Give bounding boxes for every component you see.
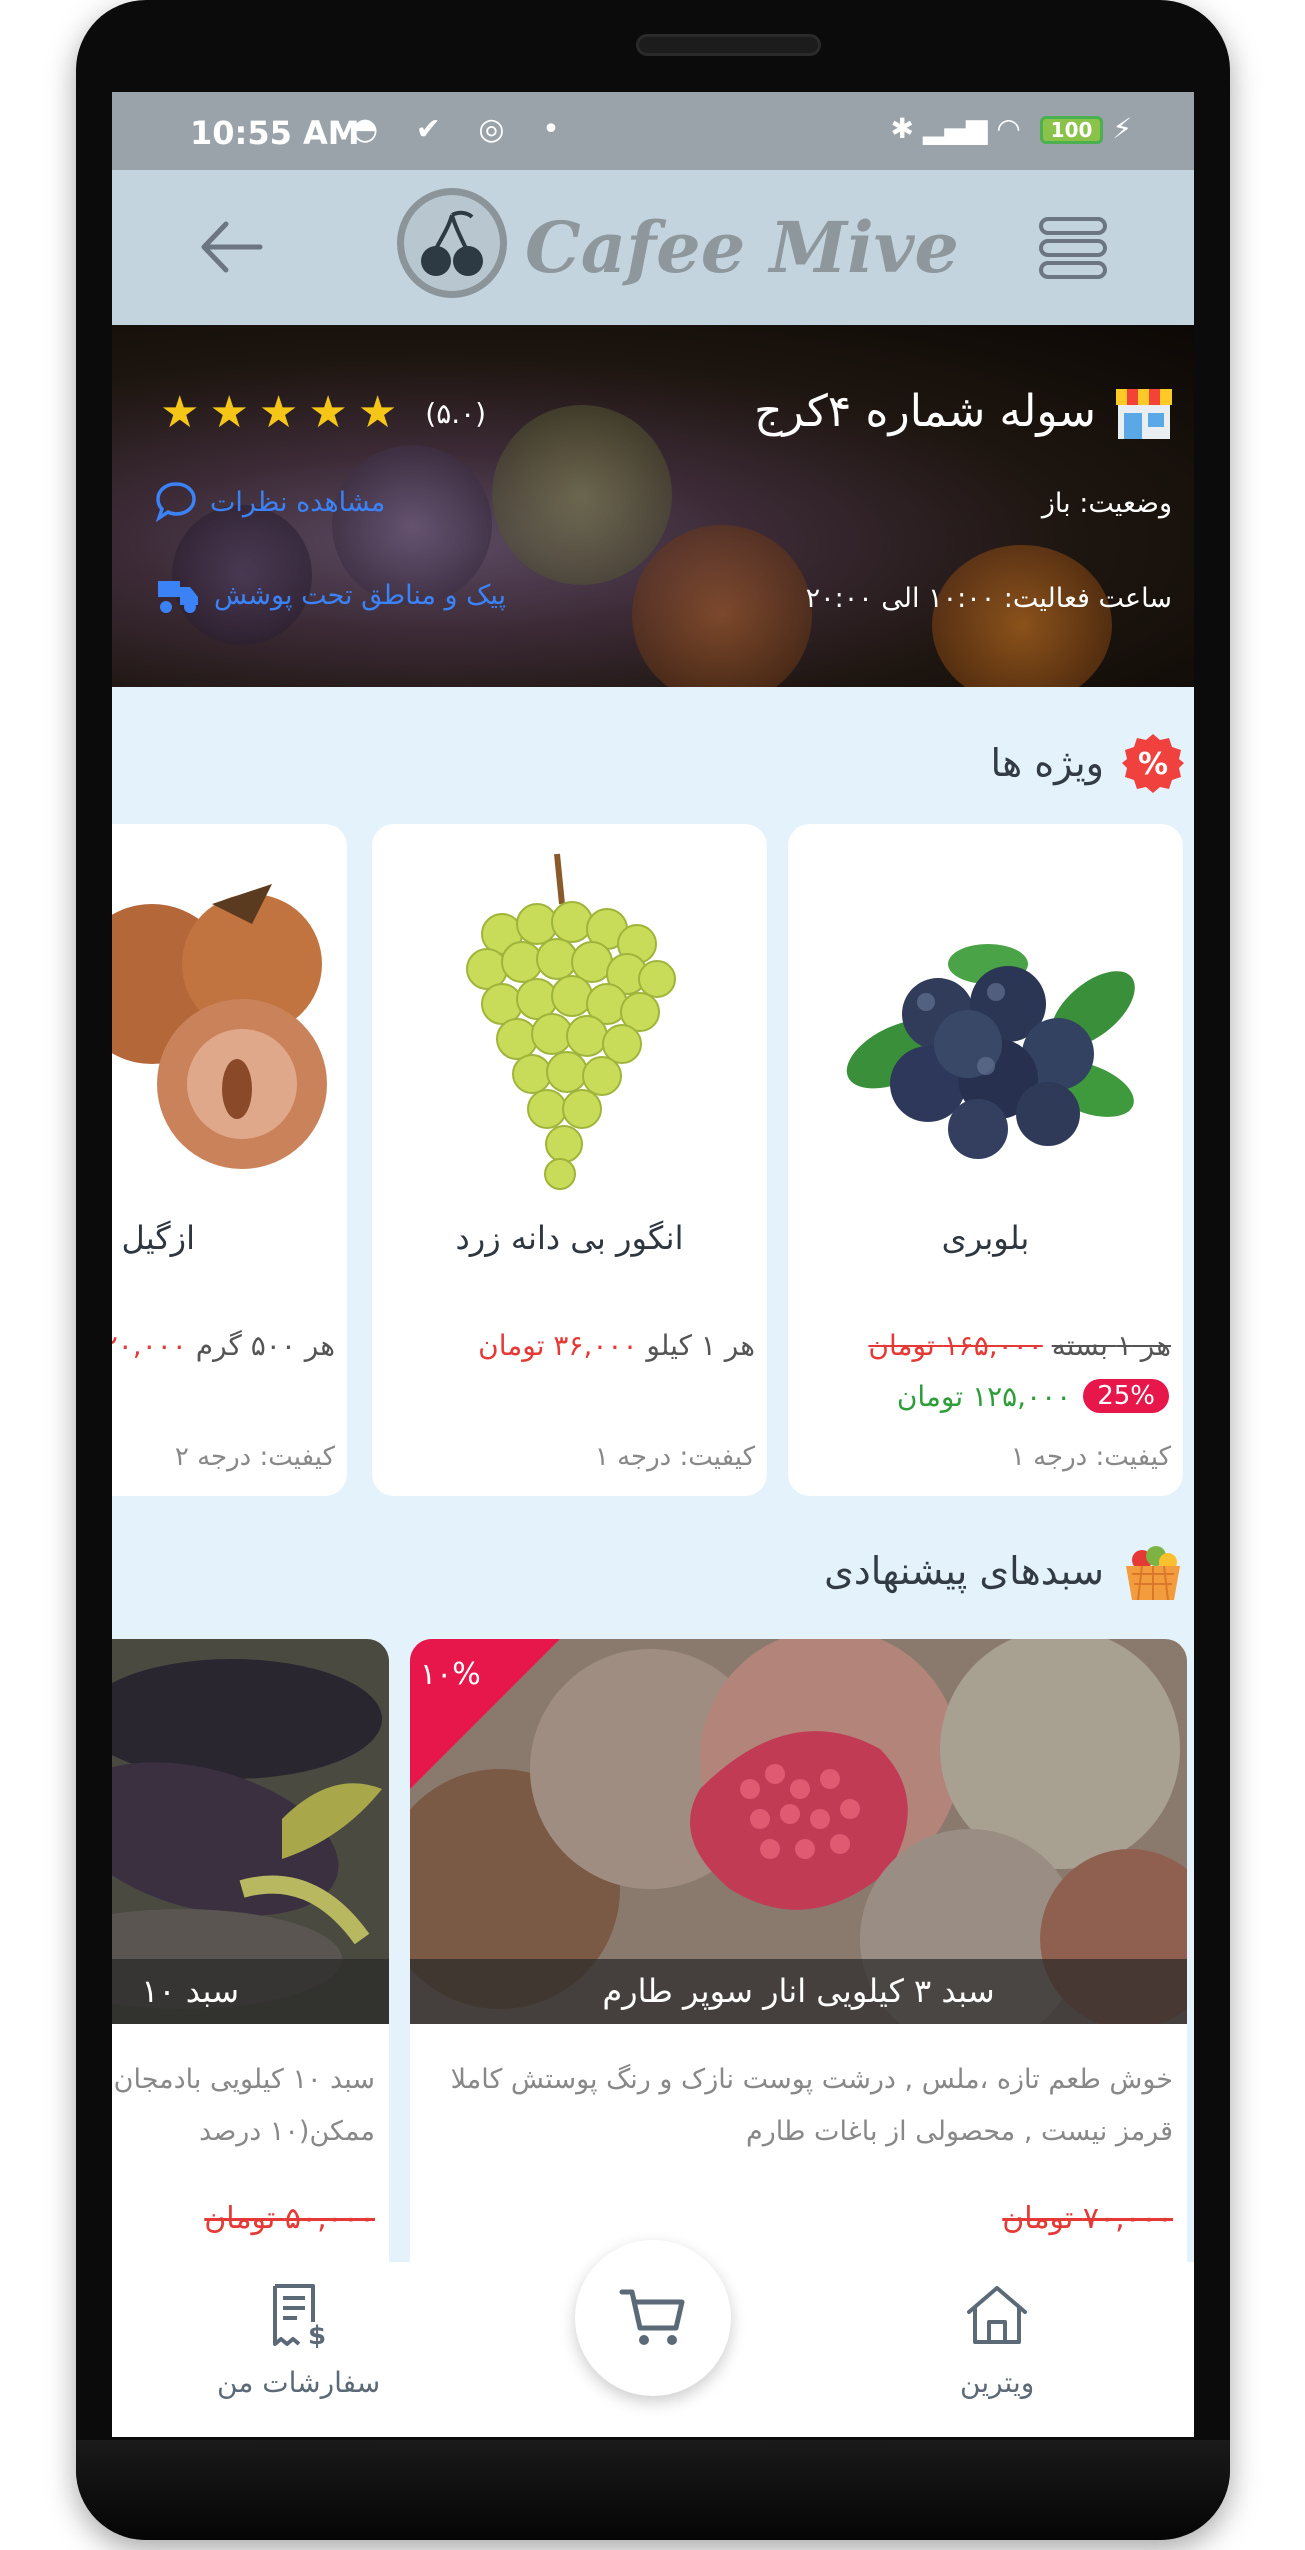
product-old-price: ۱۶۵,۰۰۰ تومان [868, 1329, 1043, 1362]
store-name: سوله شماره ۴کرج [754, 385, 1096, 437]
app-logo-text: Cafee Mive [525, 206, 959, 289]
bluetooth-icon: ✱ [890, 112, 914, 145]
product-quality: کیفیت: درجه ۲ [174, 1442, 335, 1472]
charging-icon: ⚡ [1112, 112, 1132, 145]
notification-icons: ◓ ✔ ◎ • [352, 112, 574, 147]
product-price: هر ۱ کیلو ۳۶,۰۰۰ تومان [478, 1329, 755, 1362]
delivery-label: پیک و مناطق تحت پوشش [214, 579, 507, 611]
view-comments-link[interactable]: مشاهده نظرات [154, 480, 385, 524]
product-image [466, 853, 676, 1190]
basket-price: ۵۰,۰۰۰ تومان [204, 2201, 375, 2236]
star-icon: ★ [308, 387, 348, 438]
product-price: هر ۵۰۰ گرم ۲۰,۰۰۰ [112, 1329, 335, 1362]
star-icon: ★ [160, 387, 200, 438]
product-price: هر ۱ بسته ۱۶۵,۰۰۰ تومان [868, 1329, 1171, 1362]
specials-label: ویژه ها [990, 741, 1105, 785]
nav-my-orders[interactable]: $ سفارشات من [217, 2282, 380, 2399]
rating-value: (۵.۰) [425, 396, 487, 430]
battery-icon: 100 [1039, 116, 1104, 144]
basket-description: سبد ۱۰ کیلویی بادمجان دور ریز ممکن(۱۰ در… [112, 2064, 375, 2147]
product-unit: هر ۵۰۰ گرم [195, 1329, 335, 1362]
star-icon: ★ [357, 387, 398, 438]
basket-price: ۷۰,۰۰۰ تومان [1002, 2201, 1173, 2236]
phone-speaker [636, 34, 821, 56]
store-header: سوله شماره ۴کرج ★ ★ ★ ★ ★ (۵.۰) مشاهده ن… [112, 325, 1194, 687]
basket-caption: سبد ۳ کیلویی انار سوپر طارم [410, 1959, 1187, 2024]
home-icon [967, 2286, 1028, 2344]
store-rating: ★ ★ ★ ★ ★ (۵.۰) [160, 391, 486, 435]
baskets-title: سبدهای پیشنهادی [824, 1540, 1184, 1602]
shop-icon [1116, 389, 1172, 439]
system-icons: ✱ ▂▄▆ ◠ 100 ⚡ [890, 112, 1132, 145]
product-name: بلوبری [941, 1219, 1030, 1257]
product-card[interactable]: بلوبری هر ۱ بسته ۱۶۵,۰۰۰ تومان 25% ۱۲۵,۰… [788, 824, 1183, 1496]
baskets-label: سبدهای پیشنهادی [824, 1549, 1104, 1593]
app-screen: 10:55 AM ◓ ✔ ◎ • ✱ ▂▄▆ ◠ 100 ⚡ Cafee Miv… [112, 92, 1194, 2437]
basket-description: خوش طعم تازه ،ملس , درشت پوست نازک و رنگ… [450, 2064, 1173, 2147]
cart-button[interactable] [575, 2240, 731, 2396]
cherry-icon [397, 188, 507, 298]
store-hours: ساعت فعالیت: ۱۰:۰۰ الی ۲۰:۰۰ [805, 583, 1172, 614]
product-discount: 25% ۱۲۵,۰۰۰ تومان [897, 1379, 1169, 1413]
product-image [112, 884, 327, 1169]
product-name: انگور بی دانه زرد [455, 1219, 684, 1257]
specials-title: % ویژه ها [990, 732, 1184, 794]
store-status: وضعیت: باز [1041, 488, 1172, 519]
product-quality: کیفیت: درجه ۱ [1010, 1442, 1171, 1472]
comment-icon [155, 482, 196, 523]
nav-showcase[interactable]: ویترین [960, 2282, 1034, 2399]
signal-icon: ▂▄▆ [922, 112, 988, 145]
discount-badge-icon: % [1122, 734, 1184, 793]
basket-caption: سبد ۱۰ [112, 1959, 389, 2024]
delivery-link[interactable]: پیک و مناطق تحت پوشش [154, 575, 506, 615]
nav-my-orders-label: سفارشات من [217, 2366, 381, 2399]
basket-card[interactable]: سبد ۱۰ سبد ۱۰ کیلویی بادمجان دور ریز ممک… [112, 1639, 389, 2359]
orders-icon: $ [272, 2284, 326, 2348]
basket-icon [1126, 1546, 1180, 1601]
svg-text:$: $ [308, 2321, 326, 2348]
status-time: 10:55 AM [190, 114, 360, 152]
discount-badge: 25% [1083, 1379, 1169, 1413]
product-price-value: ۳۶,۰۰۰ تومان [478, 1329, 638, 1362]
product-new-price: ۱۲۵,۰۰۰ تومان [896, 1379, 1072, 1413]
wifi-icon: ◠ [996, 112, 1021, 145]
app-logo: Cafee Mive [397, 188, 959, 308]
star-icon: ★ [258, 387, 299, 438]
basket-discount: ۱۰% [420, 1657, 481, 1692]
status-bar: 10:55 AM ◓ ✔ ◎ • ✱ ▂▄▆ ◠ 100 ⚡ [112, 92, 1194, 170]
bottom-navigation: $ سفارشات من ویترین [112, 2240, 1194, 2437]
product-quality: کیفیت: درجه ۱ [594, 1442, 755, 1472]
product-card[interactable]: انگور بی دانه زرد هر ۱ کیلو ۳۶,۰۰۰ تومان… [372, 824, 767, 1496]
nav-showcase-label: ویترین [960, 2366, 1035, 2399]
product-name: ازگیل [121, 1219, 195, 1257]
delivery-icon [158, 581, 198, 613]
store-title: سوله شماره ۴کرج [754, 379, 1176, 443]
product-unit: هر ۱ بسته [1051, 1329, 1171, 1362]
product-card[interactable]: ازگیل هر ۵۰۰ گرم ۲۰,۰۰۰ کیفیت: درجه ۲ [112, 824, 347, 1496]
product-price-value: ۲۰,۰۰۰ [112, 1329, 187, 1362]
product-image [846, 944, 1135, 1159]
svg-text:%: % [1138, 747, 1168, 782]
basket-card[interactable]: ۱۰% سبد ۳ کیلویی انار سوپر طارم خوش طعم … [410, 1639, 1187, 2359]
menu-icon[interactable] [1038, 215, 1108, 281]
phone-chin [76, 2440, 1230, 2540]
app-bar: Cafee Mive [112, 170, 1194, 325]
star-icon: ★ [209, 387, 249, 438]
cart-icon [619, 2289, 685, 2345]
back-arrow-icon[interactable] [196, 212, 266, 282]
product-unit: هر ۱ کیلو [646, 1329, 755, 1362]
view-comments-label: مشاهده نظرات [210, 486, 386, 518]
